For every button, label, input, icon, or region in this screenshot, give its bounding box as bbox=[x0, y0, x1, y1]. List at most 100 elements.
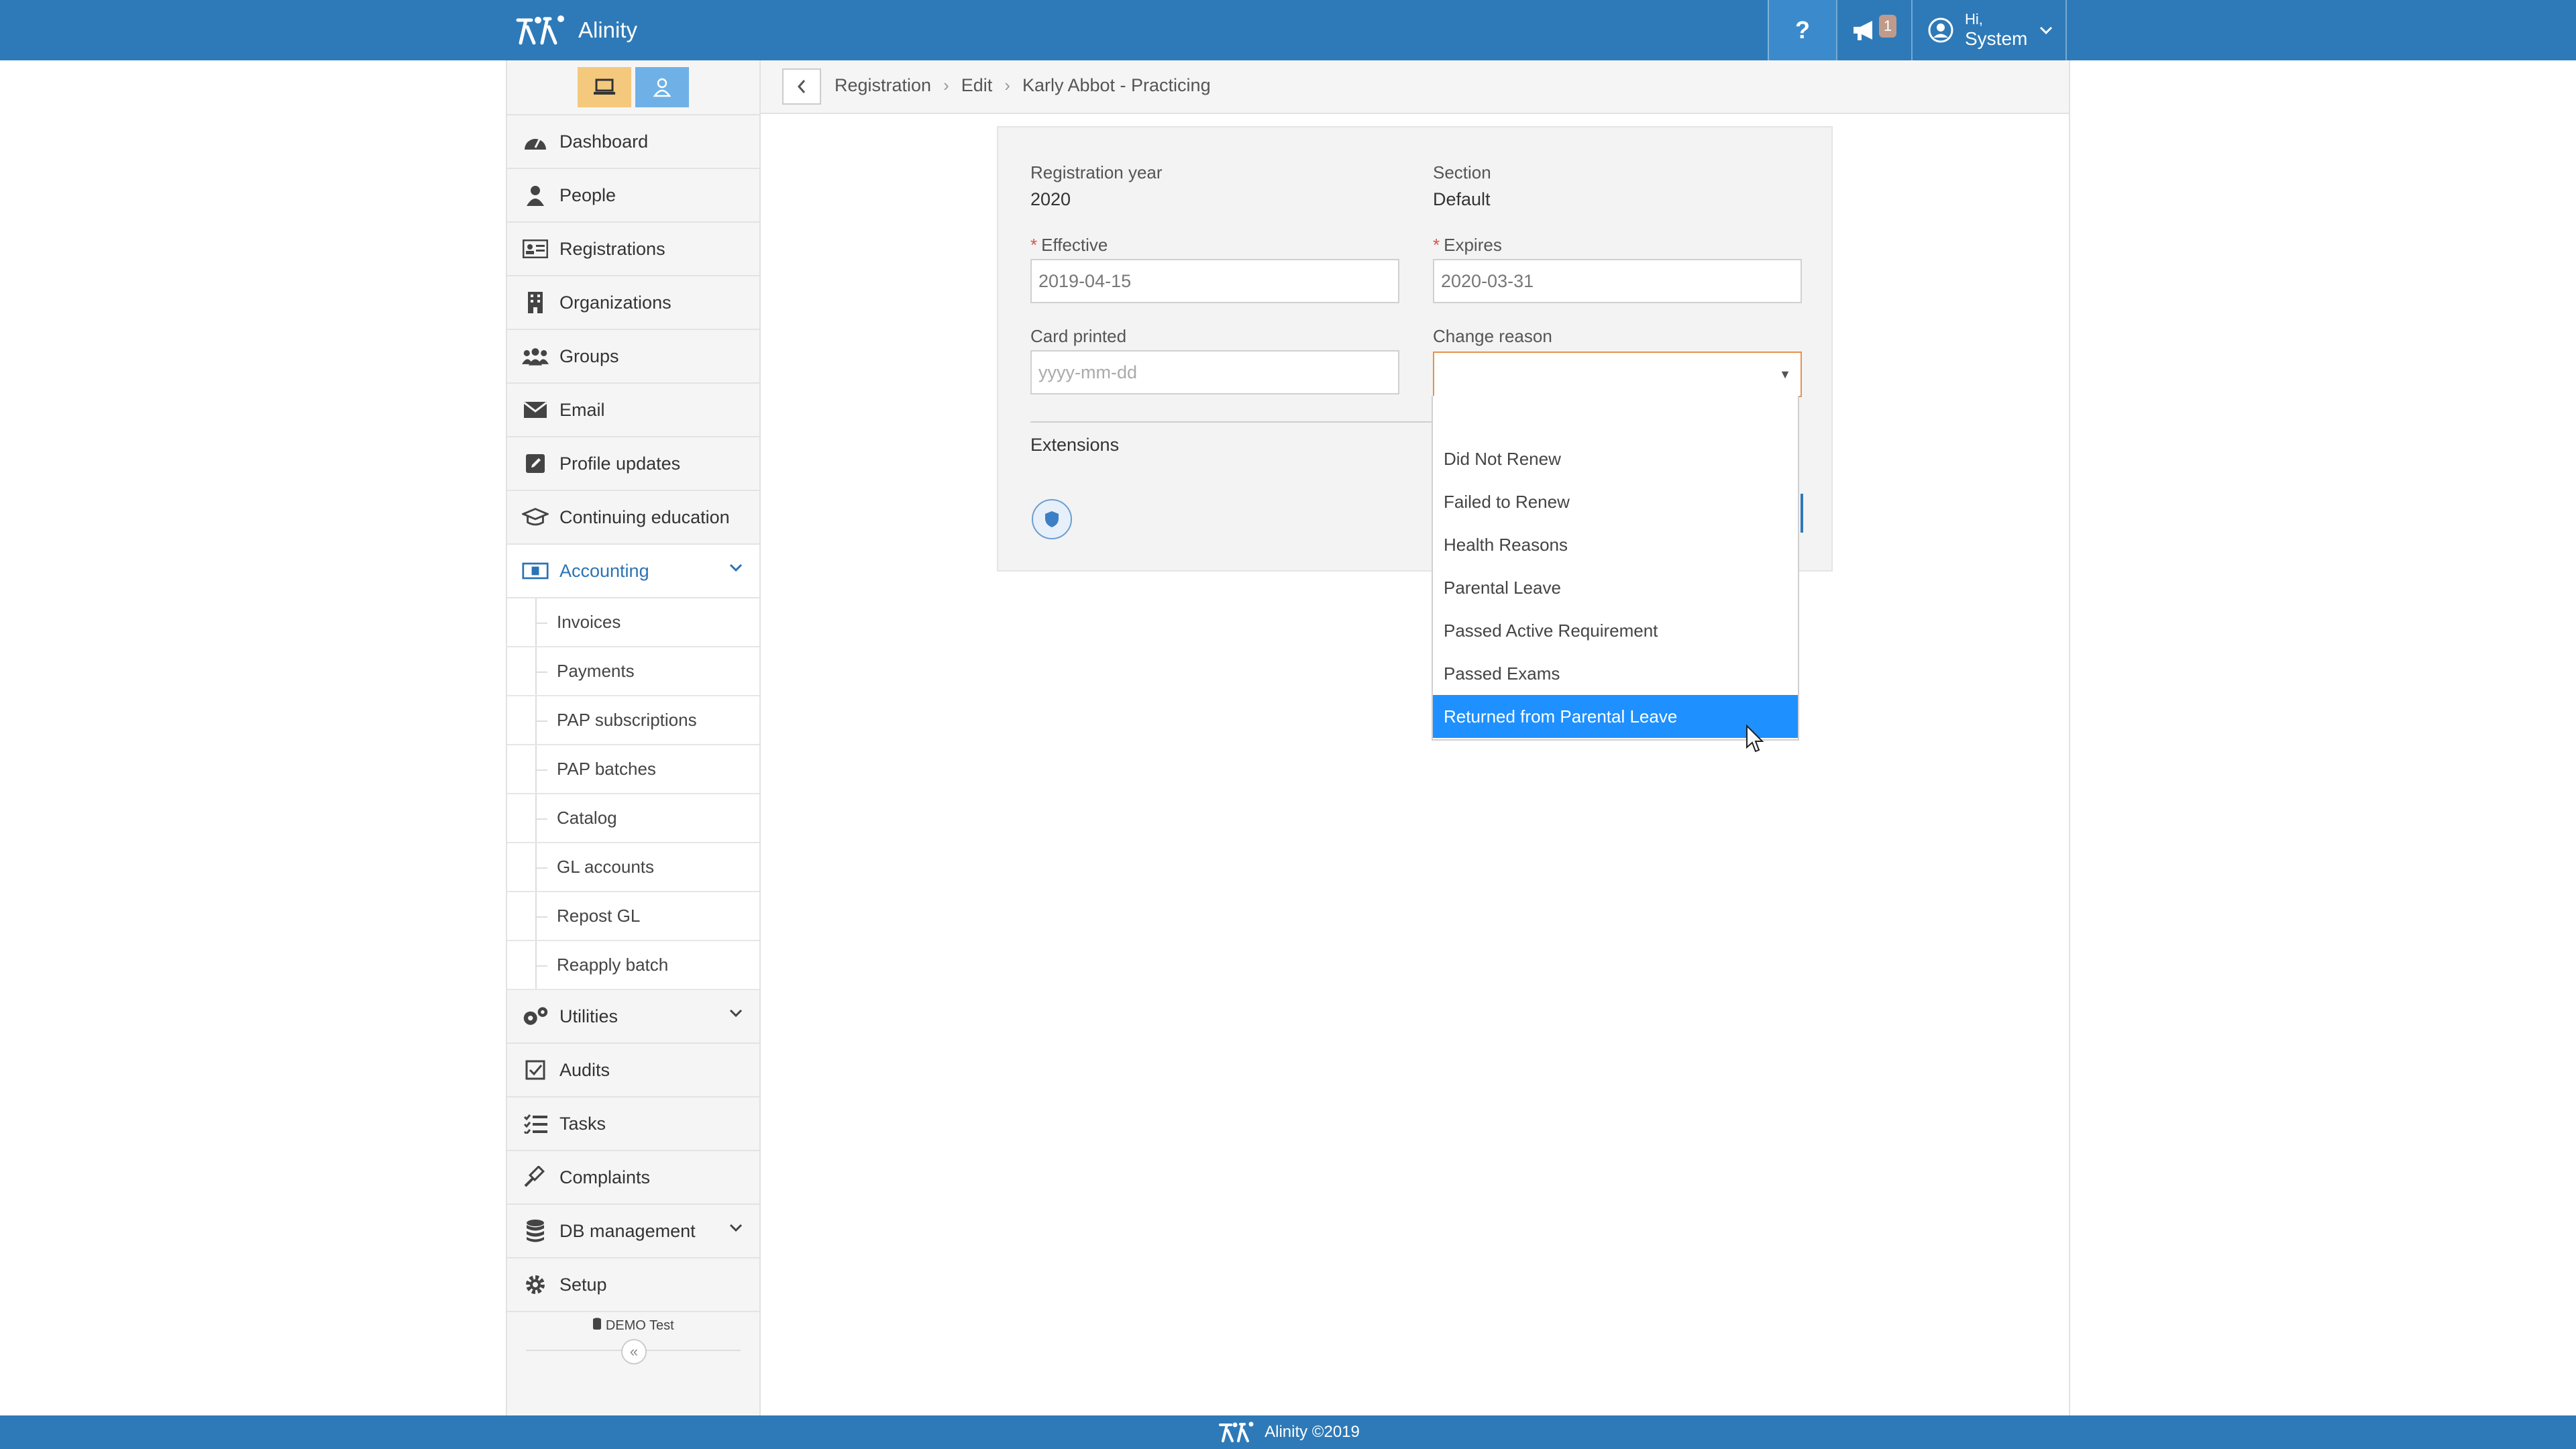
tasks-icon bbox=[522, 1110, 549, 1137]
sidebar-subitem-payments[interactable]: Payments bbox=[507, 647, 759, 696]
graduation-cap-icon bbox=[522, 504, 549, 531]
gavel-icon bbox=[522, 1164, 549, 1191]
sidebar-item-label: Complaints bbox=[559, 1167, 651, 1187]
sidebar-item-setup[interactable]: Setup bbox=[507, 1258, 759, 1312]
breadcrumb-current: Karly Abbot - Practicing bbox=[1022, 75, 1211, 95]
back-button[interactable] bbox=[782, 68, 821, 105]
breadcrumb: Registration › Edit › Karly Abbot - Prac… bbox=[835, 75, 1211, 96]
sidebar-item-profile-updates[interactable]: Profile updates bbox=[507, 437, 759, 491]
expires-date-input[interactable]: 2020-03-31 bbox=[1433, 259, 1802, 303]
dropdown-option-highlighted[interactable]: Returned from Parental Leave bbox=[1433, 695, 1798, 738]
expires-label-text: Expires bbox=[1444, 235, 1502, 255]
dropdown-option[interactable]: Parental Leave bbox=[1433, 566, 1798, 609]
sidebar-subitem-catalog[interactable]: Catalog bbox=[507, 794, 759, 843]
breadcrumb-edit[interactable]: Edit bbox=[961, 75, 993, 96]
breadcrumb-separator-icon: › bbox=[1004, 75, 1010, 95]
sidebar-item-label: Email bbox=[559, 399, 605, 420]
collapse-row: « bbox=[507, 1334, 759, 1367]
breadcrumb-bar: Registration › Edit › Karly Abbot - Prac… bbox=[761, 60, 2069, 114]
action-button-edge bbox=[1801, 494, 1803, 533]
dropdown-option[interactable]: Passed Active Requirement bbox=[1433, 609, 1798, 652]
sidebar-item-utilities[interactable]: Utilities bbox=[507, 990, 759, 1044]
check-square-icon bbox=[522, 1057, 549, 1083]
expires-label: * Expires bbox=[1433, 235, 1502, 256]
sidebar-subitem-pap-batches[interactable]: PAP batches bbox=[507, 745, 759, 794]
megaphone-icon bbox=[1854, 21, 1872, 40]
sidebar-item-registrations[interactable]: Registrations bbox=[507, 223, 759, 276]
add-extension-button[interactable] bbox=[1032, 499, 1072, 539]
database-name: DEMO Test bbox=[605, 1318, 674, 1333]
chevron-down-icon bbox=[729, 564, 743, 572]
user-greeting: Hi, bbox=[1965, 11, 1983, 28]
sidebar-subitem-pap-subscriptions[interactable]: PAP subscriptions bbox=[507, 696, 759, 745]
top-actions: ? 1 Hi, System bbox=[1768, 0, 2067, 60]
desktop-mode-button[interactable] bbox=[578, 67, 631, 107]
sidebar-subitem-reapply-batch[interactable]: Reapply batch bbox=[507, 941, 759, 990]
required-marker: * bbox=[1433, 235, 1440, 255]
sidebar-item-people[interactable]: People bbox=[507, 169, 759, 223]
card-printed-input[interactable]: yyyy-mm-dd bbox=[1030, 350, 1399, 394]
collapse-sidebar-button[interactable]: « bbox=[621, 1339, 647, 1364]
sidebar-item-label: Profile updates bbox=[559, 453, 681, 474]
dropdown-option[interactable] bbox=[1433, 396, 1798, 437]
sidebar-item-label: Tasks bbox=[559, 1113, 606, 1134]
sidebar-item-label: Audits bbox=[559, 1059, 610, 1080]
sidebar-item-audits[interactable]: Audits bbox=[507, 1044, 759, 1097]
users-icon bbox=[522, 343, 549, 370]
dropdown-option[interactable]: Failed to Renew bbox=[1433, 480, 1798, 523]
section-label: Section bbox=[1433, 162, 1491, 182]
user-name: System bbox=[1965, 28, 2028, 49]
footer: Alinity ©2019 bbox=[0, 1415, 2576, 1449]
sidebar-item-organizations[interactable]: Organizations bbox=[507, 276, 759, 330]
required-marker: * bbox=[1030, 235, 1038, 255]
envelope-icon bbox=[522, 396, 549, 423]
user-menu[interactable]: Hi, System bbox=[1911, 0, 2067, 60]
notifications-button[interactable]: 1 bbox=[1836, 0, 1911, 60]
caret-down-icon: ▼ bbox=[1779, 368, 1791, 381]
sidebar-item-label: Registrations bbox=[559, 238, 665, 259]
sidebar-item-continuing-education[interactable]: Continuing education bbox=[507, 491, 759, 545]
database-label: DEMO Test bbox=[507, 1318, 759, 1334]
change-reason-select[interactable]: ▼ bbox=[1433, 352, 1802, 397]
database-icon bbox=[522, 1218, 549, 1244]
sidebar-item-dashboard[interactable]: Dashboard bbox=[507, 115, 759, 169]
dropdown-option[interactable]: Health Reasons bbox=[1433, 523, 1798, 566]
edit-icon bbox=[522, 450, 549, 477]
breadcrumb-separator-icon: › bbox=[943, 75, 949, 95]
sidebar-subitem-gl-accounts[interactable]: GL accounts bbox=[507, 843, 759, 892]
mode-switch bbox=[507, 60, 759, 115]
building-icon bbox=[522, 289, 549, 316]
sidebar-item-label: Dashboard bbox=[559, 131, 649, 152]
brand[interactable]: Alinity bbox=[511, 12, 637, 48]
question-icon: ? bbox=[1795, 16, 1810, 44]
breadcrumb-registration[interactable]: Registration bbox=[835, 75, 931, 96]
money-icon bbox=[522, 557, 549, 584]
sidebar-item-label: Setup bbox=[559, 1274, 607, 1295]
sidebar-item-label: People bbox=[559, 184, 616, 205]
dashboard-icon bbox=[522, 128, 549, 155]
sidebar-item-accounting[interactable]: Accounting bbox=[507, 545, 759, 598]
effective-date-input[interactable]: 2019-04-15 bbox=[1030, 259, 1399, 303]
mouse-cursor-icon bbox=[1746, 724, 1764, 753]
sidebar-item-email[interactable]: Email bbox=[507, 384, 759, 437]
sidebar-item-db-management[interactable]: DB management bbox=[507, 1205, 759, 1258]
chevron-left-icon bbox=[797, 80, 806, 93]
effective-label-text: Effective bbox=[1041, 235, 1108, 255]
user-circle-icon bbox=[1928, 17, 1953, 43]
alinity-logo-icon bbox=[1219, 1421, 1254, 1442]
dropdown-option[interactable]: Did Not Renew bbox=[1433, 437, 1798, 480]
user-icon bbox=[653, 78, 672, 97]
sidebar-item-label: Groups bbox=[559, 345, 619, 366]
sidebar-item-tasks[interactable]: Tasks bbox=[507, 1097, 759, 1151]
user-mode-button[interactable] bbox=[635, 67, 689, 107]
shield-icon bbox=[1045, 511, 1059, 527]
effective-label: * Effective bbox=[1030, 235, 1108, 256]
sidebar-subitem-invoices[interactable]: Invoices bbox=[507, 598, 759, 647]
dropdown-option[interactable]: Passed Exams bbox=[1433, 652, 1798, 695]
app-name: Alinity bbox=[578, 17, 638, 42]
sidebar-item-complaints[interactable]: Complaints bbox=[507, 1151, 759, 1205]
sidebar-item-label: Organizations bbox=[559, 292, 672, 313]
sidebar-item-groups[interactable]: Groups bbox=[507, 330, 759, 384]
sidebar-subitem-repost-gl[interactable]: Repost GL bbox=[507, 892, 759, 941]
help-button[interactable]: ? bbox=[1768, 0, 1836, 60]
